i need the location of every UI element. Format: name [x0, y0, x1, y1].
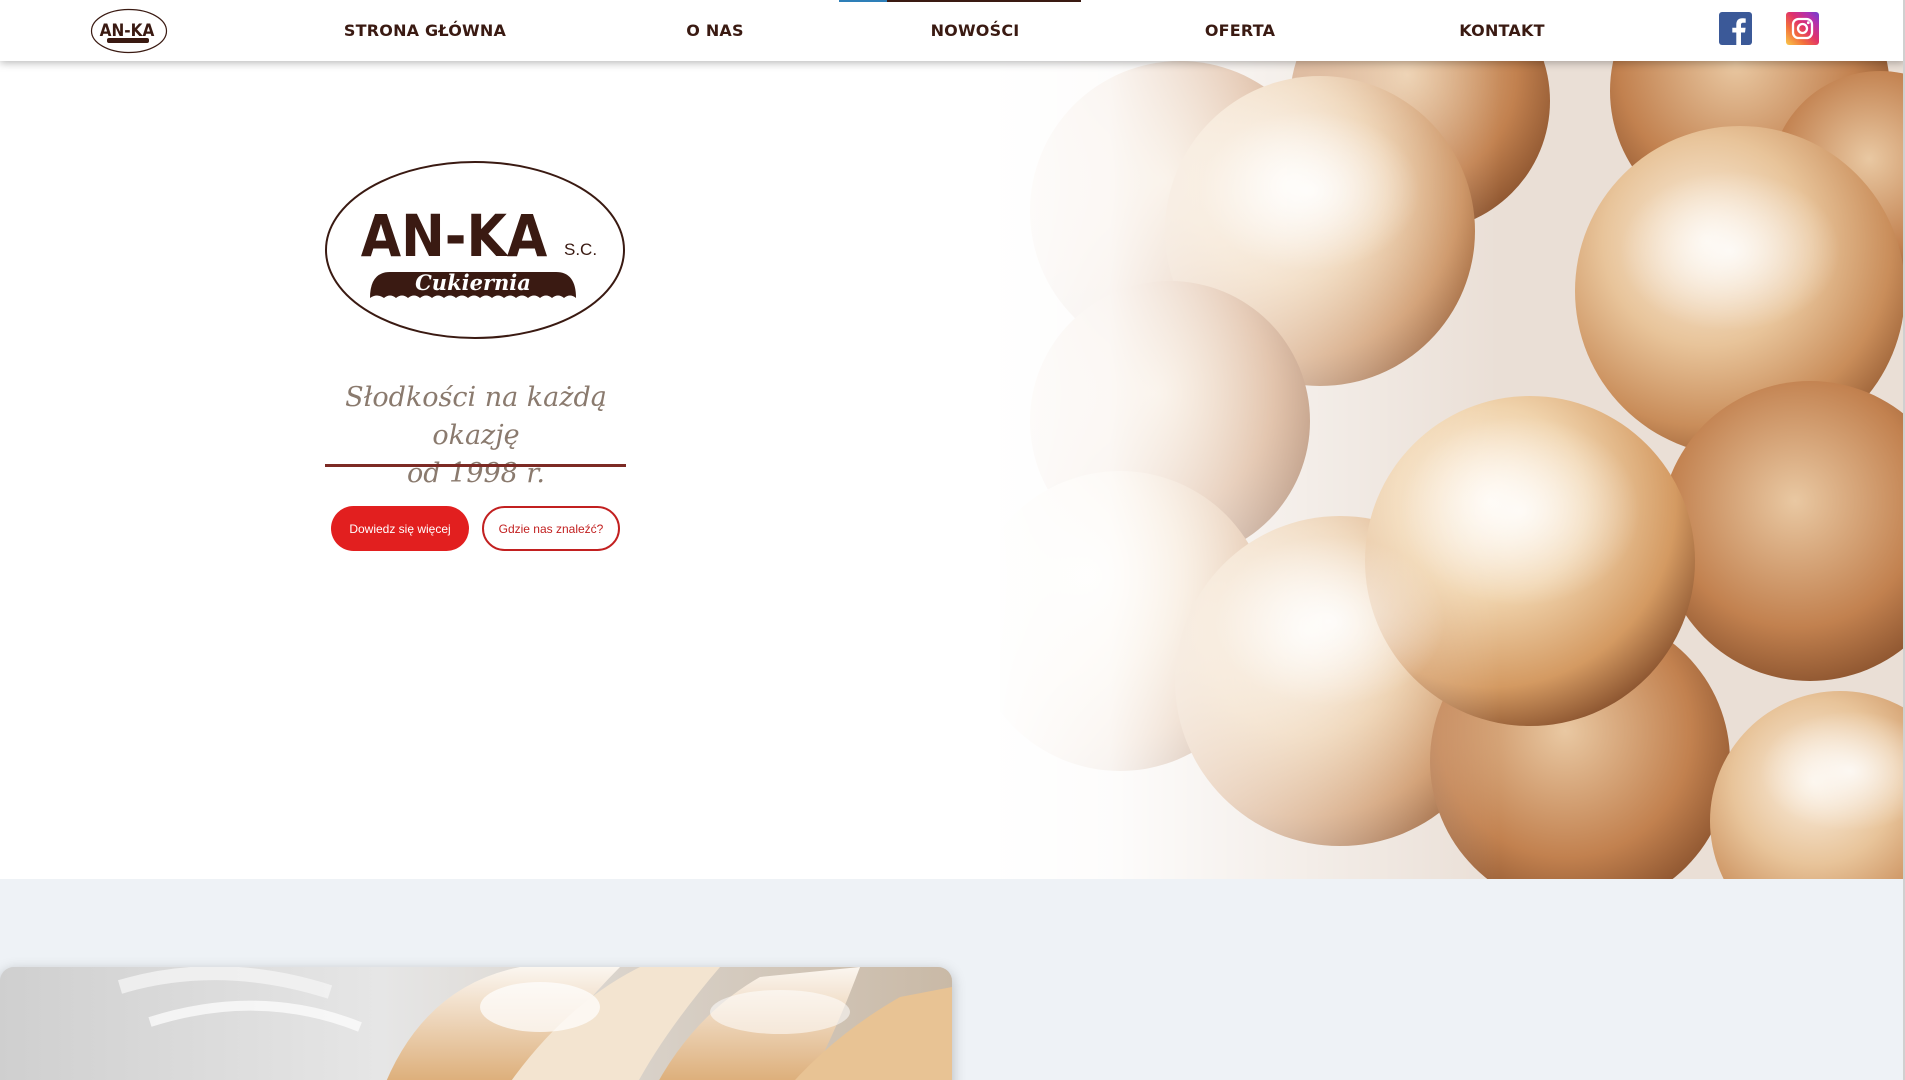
site-header: AN-KA Strona główna O nas Nowości Oferta… [0, 0, 1905, 61]
tagline-line-1: Słodkości na każdą okazję [345, 382, 607, 451]
tagline-divider [325, 464, 626, 467]
anka-logo: AN-KA S.C. Cukiernia [325, 161, 625, 339]
pastry-image-card [0, 967, 952, 1080]
logo-suffix-text: S.C. [564, 240, 597, 259]
header-logo[interactable]: AN-KA [90, 8, 168, 54]
hero-section: AN-KA S.C. Cukiernia Słodkości na każdą … [0, 61, 1905, 879]
facebook-icon[interactable] [1719, 12, 1752, 45]
nav-home[interactable]: Strona główna [344, 0, 506, 61]
hero-photo-fade [980, 61, 1500, 879]
hero-tagline: Słodkości na każdą okazję od 1998 r. [326, 379, 626, 493]
nav-offer[interactable]: Oferta [1205, 0, 1275, 61]
faworki-photo [0, 967, 952, 1080]
nav-contact[interactable]: Kontakt [1459, 0, 1544, 61]
instagram-icon[interactable] [1786, 12, 1819, 45]
nav-news[interactable]: Nowości [931, 0, 1020, 61]
news-section [0, 879, 1905, 1080]
logo-main-text: AN-KA [361, 202, 548, 270]
nav-about[interactable]: O nas [686, 0, 743, 61]
logo-sub-text: Cukiernia [415, 270, 531, 295]
learn-more-button[interactable]: Dowiedz się więcej [331, 506, 469, 551]
tagline-line-2: od 1998 r. [407, 458, 545, 489]
find-us-button[interactable]: Gdzie nas znaleźć? [482, 506, 620, 551]
